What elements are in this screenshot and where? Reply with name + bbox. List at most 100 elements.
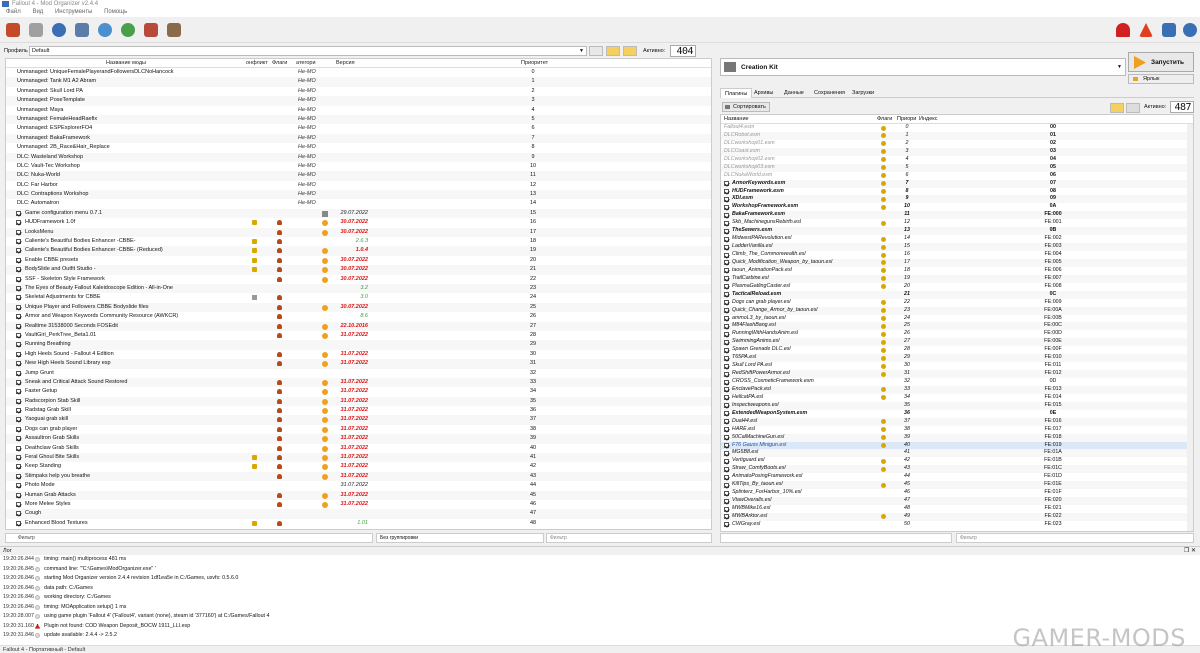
mod-row[interactable]: Skeletal Adjustments for CBBE 3.0 24 — [6, 293, 711, 302]
plugin-checkbox[interactable] — [724, 331, 729, 337]
mod-checkbox[interactable] — [16, 408, 21, 414]
plugin-row[interactable]: Vertiguard.esl 42 FE:01B — [721, 457, 1193, 465]
menu-file[interactable]: Файл — [6, 8, 21, 17]
mod-row[interactable]: Unmanaged: 2B_Race&Hair_Replace Не-MO 8 — [6, 143, 711, 152]
mod-checkbox[interactable] — [16, 304, 21, 310]
plugin-row[interactable]: ArmorKeywords.esm 7 07 — [721, 179, 1193, 188]
plugin-row[interactable]: Dual44.esl 37 FE:016 — [721, 417, 1193, 426]
mod-checkbox[interactable] — [16, 267, 21, 273]
plugin-checkbox[interactable] — [724, 212, 729, 218]
plugin-row[interactable]: LadderVanilla.esl 15 FE:003 — [721, 243, 1193, 251]
mod-checkbox[interactable] — [16, 332, 21, 338]
mod-row[interactable]: DLC: Vault-Tec Workshop Не-MO 10 — [6, 162, 711, 171]
mod-checkbox[interactable] — [16, 248, 21, 254]
plugin-checkbox[interactable] — [724, 458, 729, 464]
plugin-row[interactable]: Straw_ComfyBoots.esl 43 FE:01C — [721, 465, 1193, 474]
problems-button[interactable] — [1136, 20, 1156, 40]
settings-button[interactable] — [164, 20, 184, 40]
plugin-row[interactable]: EnclavePack.esl 33 FE:013 — [721, 385, 1193, 394]
plugin-checkbox[interactable] — [724, 522, 729, 528]
log-float-close-icons[interactable]: ❐ ✕ — [1184, 547, 1196, 555]
restore-plugins-button[interactable] — [1110, 103, 1124, 113]
mod-row[interactable]: Enhanced Blood Textures 1.01 48 — [6, 519, 711, 528]
plugin-scrollbar[interactable] — [1187, 124, 1193, 531]
mod-row[interactable]: Yaoguai grab skill 31.07.2022 37 — [6, 415, 711, 425]
col-flags[interactable]: Флаги — [272, 60, 287, 66]
mod-row[interactable]: New High Heels Sound Library esp 31.07.20… — [6, 359, 711, 369]
plugin-row[interactable]: WorkshopFramework.esm 10 0A — [721, 203, 1193, 211]
plugin-row[interactable]: ammoL3_by_taoun.esl 24 FE:00B — [721, 315, 1193, 323]
mod-checkbox[interactable] — [16, 445, 21, 451]
plugin-row[interactable]: HARE.esl 38 FE:017 — [721, 426, 1193, 434]
refresh-button[interactable] — [95, 20, 115, 40]
run-button[interactable]: Запустить — [1128, 52, 1194, 72]
install-mod-button[interactable] — [3, 20, 23, 40]
plugin-row[interactable]: Skb_MachinegunsRebirth.esl 12 FE:001 — [721, 219, 1193, 227]
mod-row[interactable]: Unmanaged: BakaFramework Не-MO 7 — [6, 133, 711, 144]
plugin-checkbox[interactable] — [724, 506, 729, 512]
mod-checkbox[interactable] — [16, 379, 21, 385]
plugin-row[interactable]: Spawn Grenade DLC.esl 28 FE:00F — [721, 346, 1193, 354]
plugin-checkbox[interactable] — [724, 371, 729, 377]
plugin-filter-input[interactable]: Фильтр — [956, 533, 1194, 543]
plugin-row[interactable]: DLCNukaWorld.esm 6 06 — [721, 172, 1193, 180]
menu-tools[interactable]: Инструменты — [55, 8, 92, 17]
plugin-row[interactable]: SwimmingAnims.esl 27 FE:00E — [721, 338, 1193, 347]
plugin-checkbox[interactable] — [724, 196, 729, 202]
plugin-row[interactable]: BakaFramework.esm 11 FE:000 — [721, 211, 1193, 220]
plugin-row[interactable]: CWGray.esl 50 FE:023 — [721, 521, 1193, 529]
mod-row[interactable]: BodySlide and Outfit Studio - 30.07.2022 2… — [6, 265, 711, 275]
plugin-row[interactable]: Splinterz_ForHarbor_10%.esl 46 FE:01F — [721, 489, 1193, 497]
plugin-row[interactable]: XDI.esm 9 09 — [721, 195, 1193, 204]
mod-row[interactable]: Unique Player and Followers CBBE Bodysli… — [6, 302, 711, 313]
mod-row[interactable]: DLC: Automatron Не-MO 14 — [6, 199, 711, 208]
plugin-checkbox[interactable] — [724, 220, 729, 226]
backup-button[interactable] — [141, 20, 161, 40]
plugin-row[interactable]: HellcatPA.esl 34 FE:014 — [721, 394, 1193, 402]
grouping-select[interactable]: Без группировки — [376, 533, 544, 543]
tab-data[interactable]: Данные — [780, 88, 808, 98]
executable-select[interactable]: Creation Kit ▼ — [720, 58, 1126, 76]
restore-backup-button[interactable] — [623, 46, 637, 56]
mod-row[interactable]: Unmanaged: UniqueFemalePlayerandFollower… — [6, 68, 711, 77]
mod-checkbox[interactable] — [16, 285, 21, 291]
plugin-row[interactable]: RedShiftPowerArmor.esl 31 FE:012 — [721, 370, 1193, 378]
plugin-checkbox[interactable] — [724, 435, 729, 441]
plugin-row[interactable]: RunningWithHandsAnim.esl 26 FE:00D — [721, 330, 1193, 338]
mod-row[interactable]: DLC: Contraptions Workshop Не-MO 13 — [6, 190, 711, 200]
plugin-checkbox[interactable] — [724, 276, 729, 282]
mod-row[interactable]: Dogs can grab player 31.07.2022 38 — [6, 425, 711, 434]
plugin-checkbox[interactable] — [724, 355, 729, 361]
plugin-checkbox[interactable] — [724, 181, 729, 187]
tab-plugins[interactable]: Плагины — [720, 88, 753, 98]
mod-checkbox[interactable] — [16, 220, 21, 226]
mod-row[interactable]: High Heels Sound - Fallout 4 Edition 31.0… — [6, 350, 711, 359]
mod-row[interactable]: DLC: Nuka-World Не-MO 11 — [6, 171, 711, 181]
mod-checkbox[interactable] — [16, 417, 21, 423]
plugin-row[interactable]: MWBMike16.esl 48 FE:021 — [721, 505, 1193, 513]
mod-checkbox[interactable] — [16, 370, 21, 376]
mod-row[interactable]: DLC: Far Harbor Не-MO 12 — [6, 181, 711, 190]
mod-checkbox[interactable] — [16, 295, 21, 301]
help-button[interactable] — [1180, 20, 1200, 40]
plugin-checkbox[interactable] — [724, 379, 729, 385]
endorse-button[interactable] — [1113, 20, 1133, 40]
mod-row[interactable]: More Melee Styles 31.07.2022 46 — [6, 500, 711, 509]
mod-row[interactable]: Deathclaw Grab Skills 31.07.2022 40 — [6, 444, 711, 453]
col-plugin-flags[interactable]: Флаги — [877, 116, 892, 122]
plugin-row[interactable]: DLCworkshop02.esm 4 04 — [721, 156, 1193, 164]
mod-row[interactable]: SSF - Skeleton Style Framework 30.07.2022… — [6, 275, 711, 284]
plugin-row[interactable]: DLCworkshop03.esm 5 05 — [721, 163, 1193, 172]
mod-row[interactable]: Cough 47 — [6, 509, 711, 519]
plugin-checkbox[interactable] — [724, 498, 729, 504]
plugin-checkbox[interactable] — [724, 300, 729, 306]
plugin-checkbox[interactable] — [724, 204, 729, 210]
plugin-checkbox[interactable] — [724, 228, 729, 234]
sort-button[interactable]: Сортировать — [722, 102, 770, 112]
plugin-checkbox[interactable] — [724, 339, 729, 345]
mod-checkbox[interactable] — [16, 436, 21, 442]
tab-downloads[interactable]: Загрузки — [848, 88, 878, 98]
mod-checkbox[interactable] — [16, 276, 21, 282]
plugin-row[interactable]: MG5B8.esl 41 FE:01A — [721, 449, 1193, 458]
plugin-checkbox[interactable] — [724, 244, 729, 250]
